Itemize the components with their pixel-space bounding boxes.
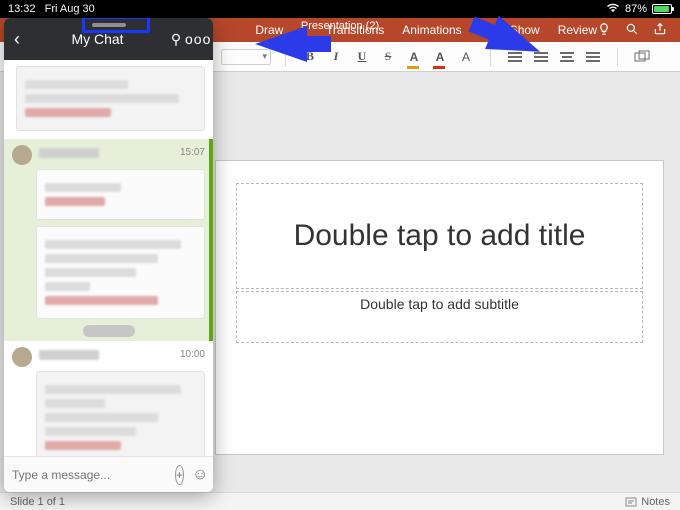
search-icon[interactable]: [625, 22, 639, 39]
status-time: 13:32: [8, 3, 36, 15]
chat-title: My Chat: [28, 31, 167, 47]
tab-animations[interactable]: Animations: [402, 23, 461, 37]
highlight-color-button[interactable]: A: [404, 47, 424, 67]
sender-name: [39, 350, 99, 360]
message-group: 10:00: [4, 341, 213, 456]
message-time: 15:07: [180, 147, 205, 158]
status-date: Fri Aug 30: [45, 3, 95, 15]
more-icon[interactable]: ooo: [185, 31, 203, 47]
share-icon[interactable]: [653, 22, 667, 39]
battery-icon: [652, 4, 672, 14]
slide-canvas[interactable]: Double tap to add title Double tap to ad…: [215, 160, 664, 455]
insert-shape-button[interactable]: [632, 47, 652, 67]
document-title: Presentation (2): [301, 20, 379, 32]
emoji-button[interactable]: ☺: [192, 465, 208, 485]
chat-message-list[interactable]: 15:07 10:00: [4, 60, 213, 456]
chat-header: ‹ My Chat ⚲ ooo: [4, 18, 213, 60]
annotation-arrow-left: [255, 26, 307, 62]
attach-button[interactable]: +: [175, 465, 184, 485]
slide-title-placeholder[interactable]: Double tap to add title: [236, 183, 643, 289]
message-group-highlighted: 15:07: [4, 139, 213, 341]
message-card[interactable]: [16, 66, 205, 131]
status-footer: Slide 1 of 1 Notes: [0, 492, 680, 510]
font-color-button[interactable]: A: [430, 47, 450, 67]
wifi-icon: [606, 3, 620, 16]
message-card[interactable]: [36, 226, 205, 319]
pin-icon[interactable]: ⚲: [167, 31, 185, 48]
sender-name: [39, 148, 99, 158]
message-card[interactable]: [36, 169, 205, 220]
underline-button[interactable]: U: [352, 47, 372, 67]
back-button[interactable]: ‹: [14, 29, 20, 50]
avatar[interactable]: [12, 145, 32, 165]
chat-input-bar: + ☺: [4, 456, 213, 492]
message-card[interactable]: [36, 371, 205, 456]
slide-counter: Slide 1 of 1: [10, 496, 65, 508]
notes-toggle[interactable]: Notes: [625, 496, 670, 508]
message-time: 10:00: [180, 349, 205, 360]
ios-status-bar: 13:32 Fri Aug 30 87%: [0, 0, 680, 18]
drag-handle-icon[interactable]: [92, 23, 126, 27]
message-input[interactable]: [12, 468, 167, 482]
clear-format-button[interactable]: A: [456, 47, 476, 67]
slide-subtitle-placeholder[interactable]: Double tap to add subtitle: [236, 291, 643, 343]
battery-percent: 87%: [625, 3, 647, 15]
tab-review[interactable]: Review: [558, 23, 597, 37]
load-more-pill[interactable]: [83, 325, 135, 337]
spacing-button[interactable]: [583, 47, 603, 67]
lightbulb-icon[interactable]: [597, 22, 611, 39]
strike-button[interactable]: S: [378, 47, 398, 67]
chat-overlay-panel[interactable]: ‹ My Chat ⚲ ooo 15:07: [4, 18, 213, 492]
align-button[interactable]: [557, 47, 577, 67]
avatar[interactable]: [12, 347, 32, 367]
